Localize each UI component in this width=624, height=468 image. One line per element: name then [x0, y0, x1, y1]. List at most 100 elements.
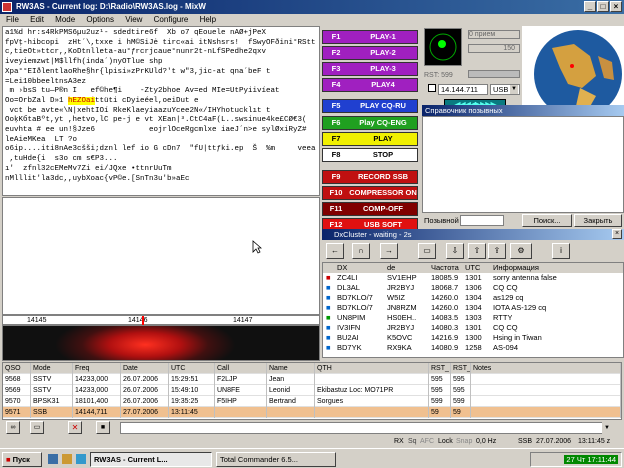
menu-file[interactable]: File	[6, 15, 19, 24]
log-cell[interactable]: 9568	[3, 374, 31, 385]
mode-select[interactable]: USB ▼	[490, 84, 520, 95]
dx-col-info[interactable]: Информация	[493, 263, 539, 273]
log-col-header[interactable]: Freq	[73, 363, 121, 374]
transmit-text-area[interactable]	[2, 197, 320, 315]
log-cell[interactable]: 26.07.2006	[121, 396, 169, 407]
log-cell[interactable]: 595	[429, 385, 451, 396]
search-button[interactable]: Поиск...	[522, 214, 572, 227]
log-col-header[interactable]: QSO	[3, 363, 31, 374]
taskbar-mixw[interactable]: RW3AS - Current L...	[90, 452, 212, 467]
log-cell[interactable]: 15:49:10	[169, 385, 215, 396]
dx-col-freq[interactable]: Частота	[431, 263, 459, 273]
page-icon[interactable]: ▭	[30, 421, 44, 434]
log-row[interactable]: 9571 SSB 14144,711 27.07.2006 13:11:45 59 59	[3, 407, 621, 418]
minimize-button[interactable]: _	[584, 1, 596, 12]
log-cell[interactable]: Leonid	[267, 385, 315, 396]
log-cell[interactable]: Sorgues	[315, 396, 429, 407]
close-reference-button[interactable]: Закрыть	[574, 214, 622, 227]
dx-col-utc[interactable]: UTC	[465, 263, 480, 273]
info-icon[interactable]: i	[552, 243, 570, 259]
log-col-header[interactable]: Notes	[471, 363, 621, 374]
export-icon[interactable]: ⇪	[488, 243, 506, 259]
log-cell[interactable]: 14144,711	[73, 407, 121, 418]
dx-row[interactable]: ■ UN8PIM HS0EH.. 14083.5 1303 RTTY	[323, 313, 623, 323]
log-cell[interactable]: 9569	[3, 385, 31, 396]
quicklaunch-icon[interactable]	[48, 454, 58, 464]
log-cell[interactable]: 26.07.2006	[121, 385, 169, 396]
callsign-input[interactable]	[460, 215, 504, 226]
quicklaunch-icon[interactable]	[76, 454, 86, 464]
log-cell[interactable]: 595	[451, 374, 471, 385]
log-cell[interactable]: Bertrand	[267, 396, 315, 407]
close-button[interactable]: ×	[610, 1, 622, 12]
dx-row[interactable]: ■ BD7YK RX9KA 14080.9 1258 AS-094	[323, 343, 623, 353]
dx-col-dx[interactable]: DX	[337, 263, 347, 273]
f6-button[interactable]: F6 Play CQ-ENG	[322, 116, 418, 130]
close-dxcluster-button[interactable]: ×	[612, 229, 622, 239]
f10-button[interactable]: F10 COMPRESSOR ON	[322, 186, 418, 200]
log-cell[interactable]: 14233,000	[73, 374, 121, 385]
log-cell[interactable]: 27.07.2006	[121, 407, 169, 418]
log-col-header[interactable]: QTH	[315, 363, 429, 374]
log-cell[interactable]	[471, 396, 621, 407]
log-cell[interactable]	[315, 374, 429, 385]
log-cell[interactable]	[471, 407, 621, 418]
dx-col-de[interactable]: de	[387, 263, 395, 273]
start-button[interactable]: ■ Пуск	[2, 452, 42, 467]
history-icon[interactable]: →	[380, 243, 398, 259]
log-row[interactable]: 9569 SSTV 14233,000 26.07.2006 15:49:10 UN8FE…	[3, 385, 621, 396]
dx-row[interactable]: ■ ZC4LI SV1EHP 18085.9 1301 sorry antenna fal…	[323, 273, 623, 283]
f4-button[interactable]: F4 PLAY4	[322, 78, 418, 92]
log-cell[interactable]: BPSK31	[31, 396, 73, 407]
log-cell[interactable]: 26.07.2006	[121, 374, 169, 385]
chevron-down-icon[interactable]: ▼	[602, 422, 612, 434]
taskbar-clock[interactable]: 27 Чт 17:11:44	[564, 455, 618, 464]
waterfall-display[interactable]	[2, 325, 320, 361]
page-icon[interactable]: ▭	[418, 243, 436, 259]
freq-down-icon[interactable]	[428, 84, 436, 92]
receive-text-area[interactable]: a1%d hr:s4RkPMS6µu2uz¹- sdedtire6f Xb o7…	[2, 26, 320, 196]
headphones-icon[interactable]: ∩	[352, 243, 370, 259]
import-icon[interactable]: ⇩	[446, 243, 464, 259]
log-col-header[interactable]: RST_	[429, 363, 451, 374]
log-cell[interactable]	[471, 385, 621, 396]
log-cell[interactable]: 599	[429, 396, 451, 407]
menu-mode[interactable]: Mode	[55, 15, 75, 24]
taskbar-total-commander[interactable]: Total Commander 6.5...	[216, 452, 336, 467]
log-col-header[interactable]: Name	[267, 363, 315, 374]
dx-row[interactable]: ■ BD7KLO/7 JN8RZM 14260.0 1304 IOTA AS-129 cq	[323, 303, 623, 313]
f9-button[interactable]: F9 RECORD SSB	[322, 170, 418, 184]
log-cell[interactable]	[215, 407, 267, 418]
log-cell[interactable]: 59	[451, 407, 471, 418]
menu-help[interactable]: Help	[200, 15, 216, 24]
log-cell[interactable]: 19:35:25	[169, 396, 215, 407]
log-col-header[interactable]: Call	[215, 363, 267, 374]
log-col-header[interactable]: Mode	[31, 363, 73, 374]
command-input[interactable]	[120, 422, 612, 434]
log-cell[interactable]: 14233,000	[73, 385, 121, 396]
menu-configure[interactable]: Configure	[154, 15, 189, 24]
save-icon[interactable]: ■	[96, 421, 110, 434]
menu-options[interactable]: Options	[86, 15, 114, 24]
log-cell[interactable]: F5IHP	[215, 396, 267, 407]
log-cell[interactable]: 595	[451, 385, 471, 396]
back-arrow-icon[interactable]: ←	[326, 243, 344, 259]
log-cell[interactable]: Jean	[267, 374, 315, 385]
f5-button[interactable]: F5 PLAY CQ-RU	[322, 99, 418, 113]
log-cell[interactable]: SSTV	[31, 385, 73, 396]
log-cell[interactable]: 15:29:51	[169, 374, 215, 385]
frequency-field[interactable]: 14.144.711	[438, 84, 488, 95]
f2-button[interactable]: F2 PLAY-2	[322, 46, 418, 60]
menu-view[interactable]: View	[125, 15, 142, 24]
log-row[interactable]: 9568 SSTV 14233,000 26.07.2006 15:29:51 F2LJP…	[3, 374, 621, 385]
f8-button[interactable]: F8 STOP	[322, 148, 418, 162]
log-col-header[interactable]: RST_	[451, 363, 471, 374]
log-col-header[interactable]: Date	[121, 363, 169, 374]
log-cell[interactable]	[315, 407, 429, 418]
log-cell[interactable]	[471, 374, 621, 385]
log-col-header[interactable]: UTC	[169, 363, 215, 374]
log-cell[interactable]: SSTV	[31, 374, 73, 385]
upload-icon[interactable]: ⇧	[468, 243, 486, 259]
log-cell[interactable]: 599	[451, 396, 471, 407]
log-cell[interactable]: Ekibastuz Loc: MO71PR	[315, 385, 429, 396]
